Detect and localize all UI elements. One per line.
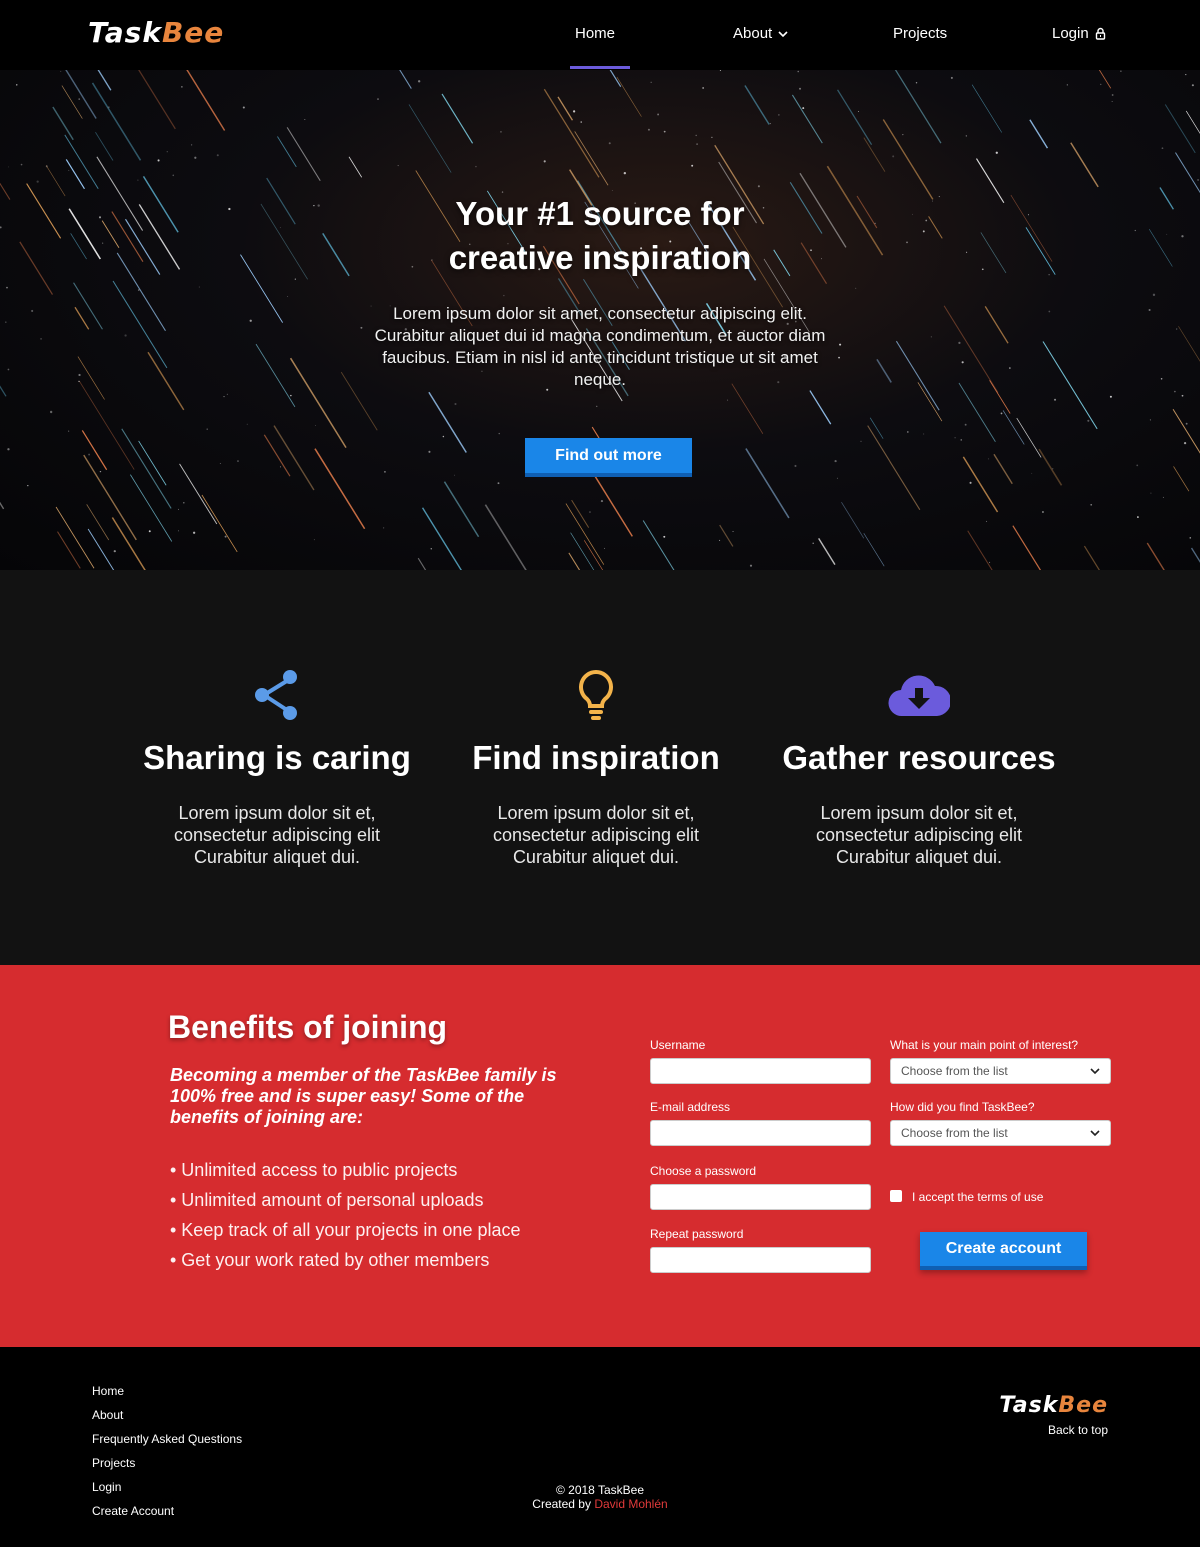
footer-link-create-account[interactable]: Create Account [92, 1499, 242, 1523]
lightbulb-icon [579, 669, 613, 720]
feature-title: Sharing is caring [143, 739, 411, 776]
nav-active-indicator [570, 66, 630, 69]
hero-title-line2: creative inspiration [448, 239, 752, 276]
taskbee-logo[interactable]: TaskBee [88, 16, 224, 49]
repeat-password-label: Repeat password [650, 1227, 744, 1241]
chevron-down-icon [1090, 1067, 1100, 1074]
nav-about-label: About [733, 25, 773, 42]
logo-text-bee: Bee [1058, 1393, 1108, 1418]
feature-icon-wrap [117, 665, 437, 725]
nav-home[interactable]: Home [575, 25, 615, 42]
feature-title: Gather resources [782, 739, 1056, 776]
feature-sharing: Sharing is caring Lorem ipsum dolor sit … [117, 665, 437, 868]
author-link[interactable]: David Mohlén [594, 1497, 667, 1511]
find-out-more-button[interactable]: Find out more [525, 438, 692, 477]
interest-select-value: Choose from the list [901, 1064, 1008, 1078]
credits: Created by David Mohlén [450, 1497, 750, 1511]
feature-icon-wrap [759, 665, 1079, 725]
chevron-down-icon [778, 30, 788, 37]
terms-checkbox[interactable] [890, 1190, 902, 1202]
copyright: © 2018 TaskBee Created by David Mohlén [450, 1483, 750, 1511]
cloud-download-icon [888, 675, 950, 717]
copyright-text: © 2018 TaskBee [555, 1483, 644, 1497]
benefits-title: Benefits of joining [168, 1009, 448, 1045]
footer: Home About Frequently Asked Questions Pr… [0, 1347, 1200, 1547]
repeat-password-input[interactable] [650, 1247, 871, 1273]
source-select[interactable]: Choose from the list [890, 1120, 1111, 1146]
benefits-list: • Unlimited access to public projects • … [170, 1155, 521, 1275]
feature-resources: Gather resources Lorem ipsum dolor sit e… [759, 665, 1079, 868]
share-icon [255, 670, 297, 720]
feature-text: Lorem ipsum dolor sit et, consectetur ad… [492, 803, 700, 867]
feature-inspiration: Find inspiration Lorem ipsum dolor sit e… [436, 665, 756, 868]
interest-select[interactable]: Choose from the list [890, 1058, 1111, 1084]
back-to-top-link[interactable]: Back to top [1048, 1423, 1108, 1437]
source-select-value: Choose from the list [901, 1126, 1008, 1140]
password-label: Choose a password [650, 1164, 757, 1178]
footer-link-faq[interactable]: Frequently Asked Questions [92, 1427, 242, 1451]
hero-title: Your #1 source for creative inspiration [300, 192, 900, 280]
password-input[interactable] [650, 1184, 871, 1210]
chevron-down-icon [1090, 1129, 1100, 1136]
benefits-section: Benefits of joining Becoming a member of… [0, 965, 1200, 1347]
nav-home-label: Home [575, 25, 616, 42]
feature-title: Find inspiration [472, 739, 720, 776]
top-navbar: TaskBee Home About Projects Login [0, 0, 1200, 70]
nav-login[interactable]: Login [1052, 25, 1106, 42]
hero-section: Your #1 source for creative inspiration … [0, 70, 1200, 570]
email-input[interactable] [650, 1120, 871, 1146]
logo-text-bee: Bee [161, 16, 225, 49]
benefit-item: • Keep track of all your projects in one… [170, 1220, 521, 1240]
benefit-item: • Unlimited access to public projects [170, 1160, 458, 1180]
nav-login-label: Login [1052, 25, 1089, 42]
features-section: Sharing is caring Lorem ipsum dolor sit … [0, 570, 1200, 965]
benefit-item: • Get your work rated by other members [170, 1250, 490, 1270]
feature-icon-wrap [436, 665, 756, 725]
feature-text: Lorem ipsum dolor sit et, consectetur ad… [173, 803, 381, 867]
footer-logo[interactable]: TaskBee [999, 1393, 1108, 1418]
hero-title-line1: Your #1 source for [455, 195, 745, 232]
source-label: How did you find TaskBee? [890, 1100, 1035, 1114]
hero-description: Lorem ipsum dolor sit amet, consectetur … [374, 304, 826, 389]
footer-link-about[interactable]: About [92, 1403, 242, 1427]
username-label: Username [650, 1038, 706, 1052]
nav-about[interactable]: About [733, 25, 788, 42]
lock-icon [1095, 27, 1105, 40]
benefits-intro: Becoming a member of the TaskBee family … [170, 1065, 557, 1127]
create-account-button[interactable]: Create account [920, 1232, 1087, 1270]
nav-projects[interactable]: Projects [893, 25, 947, 42]
nav-projects-label: Projects [893, 25, 948, 42]
created-by-text: Created by [532, 1497, 591, 1511]
footer-link-login[interactable]: Login [92, 1475, 242, 1499]
benefit-item: • Unlimited amount of personal uploads [170, 1190, 484, 1210]
footer-link-projects[interactable]: Projects [92, 1451, 242, 1475]
interest-label: What is your main point of interest? [890, 1038, 1079, 1052]
logo-text-task: Task [999, 1393, 1059, 1418]
username-input[interactable] [650, 1058, 871, 1084]
footer-link-home[interactable]: Home [92, 1379, 242, 1403]
logo-text-task: Task [88, 16, 162, 49]
feature-text: Lorem ipsum dolor sit et, consectetur ad… [815, 803, 1023, 867]
terms-label: I accept the terms of use [912, 1190, 1044, 1204]
footer-nav: Home About Frequently Asked Questions Pr… [92, 1379, 242, 1523]
email-label: E-mail address [650, 1100, 731, 1114]
